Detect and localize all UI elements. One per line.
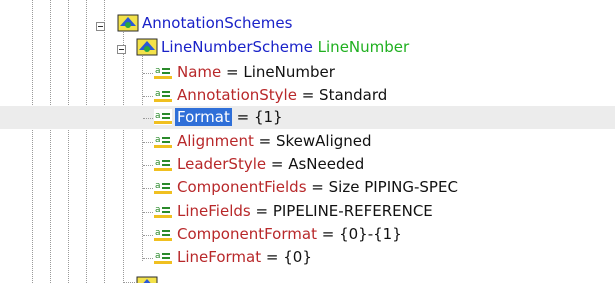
tree-branch-line [143, 165, 153, 166]
tree-branch-line [143, 142, 153, 143]
property-row[interactable]: a Alignment = SkewAligned [0, 130, 615, 153]
attribute-icon: a [154, 203, 172, 219]
property-value: {1} [253, 108, 283, 126]
property-separator: = [306, 178, 329, 196]
tree-branch-line [143, 212, 153, 213]
property-name: ComponentFormat [177, 225, 317, 243]
tree-node-line-number-scheme[interactable]: LineNumberScheme LineNumber [0, 36, 615, 59]
property-label: AnnotationStyle = Standard [177, 85, 387, 105]
attribute-icon: a [154, 179, 172, 195]
svg-text:a: a [155, 251, 161, 261]
attribute-icon: a [154, 109, 172, 125]
tree-branch-line [143, 73, 153, 74]
tree-node-clipped[interactable] [0, 270, 615, 283]
scheme-name: LineNumberScheme [161, 38, 313, 56]
property-name: Alignment [177, 132, 254, 150]
collapse-toggle[interactable] [96, 22, 105, 31]
property-name: ComponentFields [177, 178, 307, 196]
property-label: Format = {1} [175, 107, 283, 127]
property-label: LineFormat = {0} [177, 247, 312, 267]
property-label: ComponentFormat = {0}-{1} [177, 224, 402, 244]
property-value: Standard [319, 86, 388, 104]
scheme-type: LineNumber [317, 38, 410, 56]
attribute-icon: a [154, 156, 172, 172]
scheme-node-icon [136, 38, 158, 56]
property-value: LineNumber [243, 63, 335, 81]
tree-node-annotation-schemes[interactable]: AnnotationSchemes [0, 12, 615, 35]
svg-text:a: a [155, 66, 161, 76]
attribute-icon: a [154, 133, 172, 149]
property-label: Name = LineNumber [177, 62, 335, 82]
tree-branch-line [143, 118, 153, 119]
property-row-selected[interactable]: a Format = {1} [0, 106, 615, 129]
property-row[interactable]: a ComponentFields = Size PIPING-SPEC [0, 176, 615, 199]
property-separator: = [250, 202, 273, 220]
property-row[interactable]: a LineFields = PIPELINE-REFERENCE [0, 200, 615, 223]
tree-view: AnnotationSchemes LineNumberScheme LineN… [0, 0, 615, 283]
svg-text:a: a [155, 158, 161, 168]
property-row[interactable]: a LineFormat = {0} [0, 246, 615, 269]
attribute-icon: a [154, 87, 172, 103]
property-separator: = [221, 63, 244, 81]
property-label: LeaderStyle = AsNeeded [177, 154, 364, 174]
property-separator: = [296, 86, 320, 104]
attribute-icon: a [154, 249, 172, 265]
svg-text:a: a [155, 89, 161, 99]
tree-branch-line [143, 96, 153, 97]
property-row[interactable]: a ComponentFormat = {0}-{1} [0, 223, 615, 246]
property-name: LineFormat [177, 248, 262, 266]
property-name-selected[interactable]: Format [175, 108, 232, 126]
svg-text:a: a [155, 135, 161, 145]
property-value: Size PIPING-SPEC [328, 178, 458, 196]
node-label: LineNumberScheme LineNumber [161, 37, 409, 57]
tree-branch-line [143, 188, 153, 189]
attribute-icon: a [154, 64, 172, 80]
tree-branch-line [143, 235, 153, 236]
property-label: LineFields = PIPELINE-REFERENCE [177, 201, 433, 221]
property-label: Alignment = SkewAligned [177, 131, 372, 151]
scheme-node-icon [136, 276, 158, 283]
property-value: {0} [283, 248, 312, 266]
property-separator: = [253, 132, 276, 150]
property-label: ComponentFields = Size PIPING-SPEC [177, 177, 458, 197]
attribute-icon: a [154, 226, 172, 242]
property-name: AnnotationStyle [177, 86, 297, 104]
svg-text:a: a [155, 205, 161, 215]
property-value: {0}-{1} [339, 225, 402, 243]
property-value: AsNeeded [288, 155, 365, 173]
collapse-toggle[interactable] [117, 45, 126, 54]
svg-text:a: a [155, 228, 161, 238]
property-value: SkewAligned [275, 132, 372, 150]
property-row[interactable]: a Name = LineNumber [0, 61, 615, 84]
property-row[interactable]: a AnnotationStyle = Standard [0, 84, 615, 107]
property-name: LineFields [177, 202, 251, 220]
svg-text:a: a [155, 111, 161, 121]
property-name: LeaderStyle [177, 155, 267, 173]
node-label: AnnotationSchemes [142, 14, 293, 32]
property-separator: = [231, 108, 254, 126]
property-separator: = [261, 248, 284, 266]
svg-text:a: a [155, 181, 161, 191]
property-name: Name [177, 63, 222, 81]
scheme-node-icon [117, 14, 139, 32]
property-row[interactable]: a LeaderStyle = AsNeeded [0, 153, 615, 176]
property-separator: = [266, 155, 289, 173]
property-value: PIPELINE-REFERENCE [272, 202, 433, 220]
tree-branch-line [143, 258, 153, 259]
property-separator: = [316, 225, 340, 243]
